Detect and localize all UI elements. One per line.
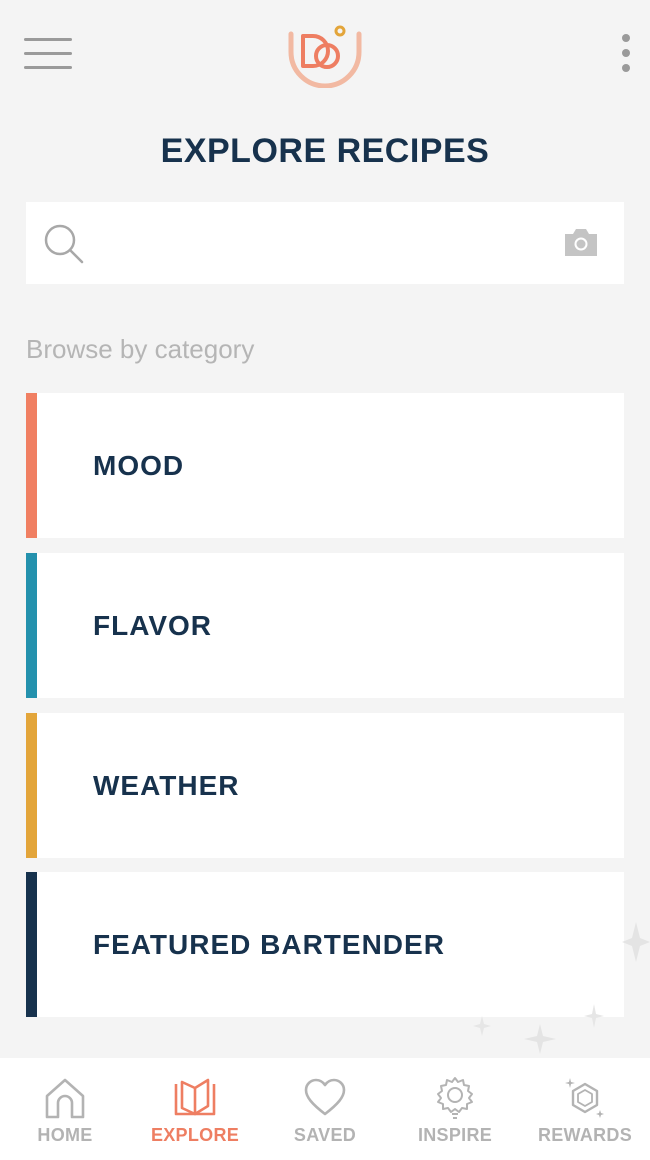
top-bar [0, 0, 650, 120]
gem-icon [565, 1078, 604, 1118]
more-vertical-icon[interactable] [612, 34, 640, 80]
home-icon [45, 1078, 85, 1119]
brand-logo[interactable] [287, 22, 363, 88]
nav-item-inspire[interactable]: INSPIRE [390, 1058, 520, 1160]
nav-label: SAVED [293, 1125, 357, 1145]
category-card-flavor[interactable]: FLAVOR [26, 553, 624, 698]
nav-label: EXPLORE [150, 1125, 240, 1145]
nav-item-explore[interactable]: EXPLORE [130, 1058, 260, 1160]
category-accent-bar [26, 393, 37, 538]
nav-item-saved[interactable]: SAVED [260, 1058, 390, 1160]
search-icon[interactable] [42, 222, 86, 266]
category-label: FLAVOR [93, 609, 213, 641]
book-icon [174, 1078, 216, 1116]
category-card-weather[interactable]: WEATHER [26, 713, 624, 858]
nav-label: HOME [37, 1125, 93, 1145]
heart-icon [304, 1078, 346, 1116]
camera-icon[interactable] [562, 224, 600, 262]
nav-label: REWARDS [537, 1125, 633, 1145]
browse-by-category-label: Browse by category [26, 334, 255, 364]
bottom-navigation: HOME EXPLORE SAVED INSPIRE REWARDS [0, 1058, 650, 1160]
category-card-mood[interactable]: MOOD [26, 393, 624, 538]
category-label: FEATURED BARTENDER [93, 928, 445, 960]
lightbulb-icon [437, 1077, 473, 1119]
search-input[interactable] [104, 220, 544, 266]
page-title: EXPLORE RECIPES [160, 132, 490, 170]
category-card-featured-bartender[interactable]: FEATURED BARTENDER [26, 872, 624, 1017]
nav-item-home[interactable]: HOME [0, 1058, 130, 1160]
category-accent-bar [26, 872, 37, 1017]
category-label: MOOD [93, 449, 185, 481]
category-accent-bar [26, 553, 37, 698]
nav-label: INSPIRE [417, 1125, 493, 1145]
hamburger-menu-icon[interactable] [24, 38, 72, 74]
category-label: WEATHER [93, 769, 240, 801]
category-accent-bar [26, 713, 37, 858]
search-bar[interactable] [26, 202, 624, 284]
nav-item-rewards[interactable]: REWARDS [520, 1058, 650, 1160]
